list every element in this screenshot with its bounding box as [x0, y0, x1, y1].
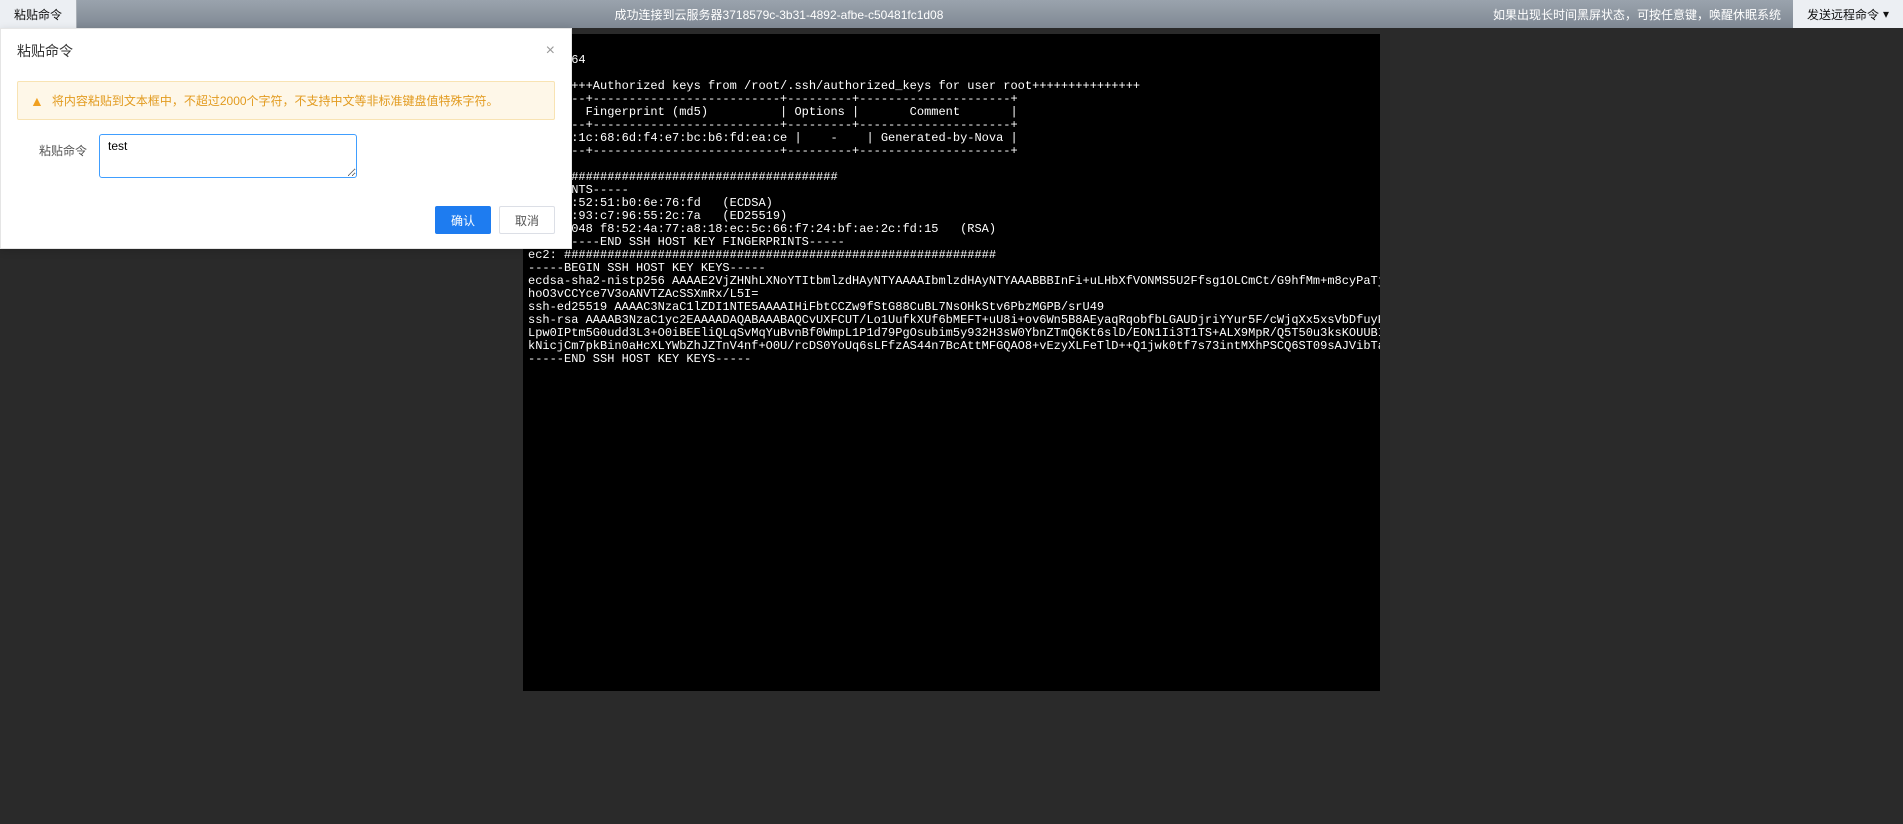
send-remote-command-label: 发送远程命令 [1807, 6, 1879, 23]
form-row-paste: 粘贴命令 [17, 134, 555, 178]
modal-title: 粘贴命令 [17, 41, 73, 61]
modal-titlebar: 粘贴命令 × [1, 29, 571, 73]
modal-warning: ▲ 将内容粘贴到文本框中，不超过2000个字符，不支持中文等非标准键盘值特殊字符… [17, 81, 555, 120]
close-icon[interactable]: × [546, 42, 555, 60]
paste-field-label: 粘贴命令 [17, 134, 87, 159]
chevron-down-icon: ▾ [1883, 7, 1889, 21]
paste-command-modal: 粘贴命令 × ▲ 将内容粘贴到文本框中，不超过2000个字符，不支持中文等非标准… [0, 28, 572, 249]
header-hint: 如果出现长时间黑屏状态，可按任意键，唤醒休眠系统 [1481, 0, 1793, 28]
send-remote-command-button[interactable]: 发送远程命令 ▾ [1793, 0, 1903, 28]
ok-button[interactable]: 确认 [435, 206, 491, 234]
modal-footer: 确认 取消 [1, 194, 571, 248]
header-left-tab[interactable]: 粘贴命令 [0, 0, 77, 28]
warning-icon: ▲ [30, 93, 44, 109]
header-connection-status: 成功连接到云服务器3718579c-3b31-4892-afbe-c50481f… [77, 0, 1481, 28]
header-bar: 粘贴命令 成功连接到云服务器3718579c-3b31-4892-afbe-c5… [0, 0, 1903, 28]
terminal-output[interactable]: n x86_64 +++++++++Authorized keys from /… [523, 34, 1380, 691]
paste-input[interactable] [99, 134, 357, 178]
cancel-button[interactable]: 取消 [499, 206, 555, 234]
modal-warning-text: 将内容粘贴到文本框中，不超过2000个字符，不支持中文等非标准键盘值特殊字符。 [52, 92, 499, 109]
